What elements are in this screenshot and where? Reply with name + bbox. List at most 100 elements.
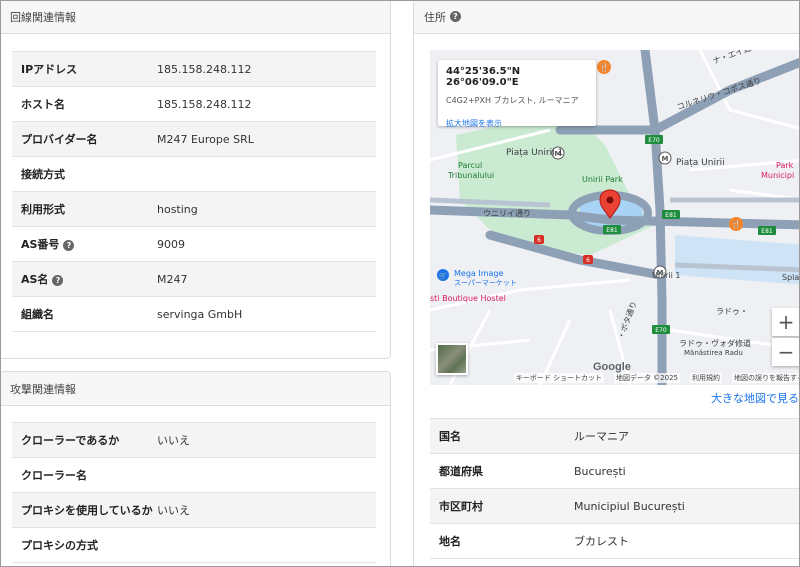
- svg-text:Park: Park: [776, 161, 794, 170]
- svg-text:Spla: Spla: [782, 273, 799, 282]
- svg-text:ウニリイ通り: ウニリイ通り: [483, 208, 531, 218]
- row-value: 185.158.248.112: [157, 51, 376, 87]
- row-label: ホスト名: [12, 86, 157, 122]
- as-number-label: AS番号: [21, 238, 60, 251]
- svg-text:6: 6: [537, 237, 541, 244]
- row-value: hosting: [157, 191, 376, 227]
- table-row: クローラーであるか いいえ: [12, 422, 376, 458]
- road-shield-6: 6: [534, 235, 544, 244]
- line-info-card: 回線関連情報 IPアドレス 185.158.248.112 ホスト名 185.1…: [0, 0, 391, 359]
- row-value: București: [574, 453, 800, 489]
- svg-text:🍴: 🍴: [731, 219, 741, 229]
- road-shield-e70: E70: [645, 135, 663, 144]
- map-info-window: 44°25'36.5"N 26°06'09.0"E C4G2+PXH ブカレスト…: [438, 60, 596, 129]
- row-label: IPアドレス: [12, 51, 157, 87]
- address-title: 住所: [424, 10, 446, 24]
- table-row: 市区町村 Municipiul București: [430, 488, 800, 524]
- question-circle-icon[interactable]: ?: [52, 275, 64, 286]
- row-value: servinga GmbH: [157, 296, 376, 332]
- row-value: Municipiul București: [574, 488, 800, 524]
- row-label: 組織名: [12, 296, 157, 332]
- row-value: ブカレスト: [574, 523, 800, 559]
- svg-text:ラドゥ・ヴォダ修道: ラドゥ・ヴォダ修道: [679, 338, 751, 348]
- row-value: 9009: [157, 226, 376, 262]
- row-label: プロキシの方式: [12, 527, 157, 563]
- metro-icon[interactable]: M: [658, 151, 672, 165]
- svg-text:Unirii Park: Unirii Park: [582, 175, 623, 184]
- svg-text:E70: E70: [655, 327, 667, 334]
- table-row: 国名 ルーマニア: [430, 418, 800, 454]
- row-label: クローラー名: [12, 457, 157, 493]
- keyboard-shortcuts-link[interactable]: キーボード ショートカット: [513, 373, 604, 383]
- attack-info-title: 攻撃関連情報: [10, 382, 76, 396]
- zoom-in-button[interactable]: +: [772, 308, 800, 336]
- svg-text:🍴: 🍴: [599, 62, 609, 72]
- as-name-label: AS名: [21, 273, 49, 286]
- row-label: 国名: [430, 418, 574, 454]
- map-plus-code: C4G2+PXH ブカレスト, ルーマニア: [446, 96, 579, 105]
- view-larger-map-link[interactable]: 大きな地図で見る: [711, 390, 799, 406]
- row-value: いいえ: [157, 422, 376, 458]
- table-row: 都道府県 București: [430, 453, 800, 489]
- table-row: プロキシの方式: [12, 527, 376, 563]
- row-label: 接続方式: [12, 156, 157, 192]
- row-value: [157, 457, 376, 493]
- map-data-credit: 地図データ ©2025: [613, 373, 680, 383]
- road-shield-e70-2: E70: [652, 325, 670, 334]
- map-coordinates: 44°25'36.5"N 26°06'09.0"E: [446, 66, 521, 88]
- map-attribution-bar: キーボード ショートカット 地図データ ©2025 利用規約 地図の誤りを報告す…: [430, 371, 800, 385]
- row-label: AS名?: [12, 261, 157, 297]
- question-circle-icon[interactable]: ?: [63, 240, 75, 251]
- svg-text:ラドゥ・: ラドゥ・: [716, 307, 748, 316]
- restaurant-icon[interactable]: 🍴: [729, 217, 743, 231]
- row-value: 185.158.248.112: [157, 86, 376, 122]
- table-row: 組織名 servinga GmbH: [12, 296, 376, 332]
- table-row: クローラー名: [12, 457, 376, 493]
- row-label: クローラーであるか: [12, 422, 157, 458]
- zoom-out-button[interactable]: −: [772, 338, 800, 366]
- row-label: 都道府県: [430, 453, 574, 489]
- table-row: 地名 ブカレスト: [430, 523, 800, 559]
- row-value: [157, 156, 376, 192]
- row-value: M247: [157, 261, 376, 297]
- svg-text:Piața Unirii: Piața Unirii: [676, 158, 725, 168]
- address-header: 住所?: [414, 0, 800, 34]
- svg-text:E81: E81: [761, 228, 773, 235]
- svg-text:Municipi: Municipi: [761, 171, 794, 180]
- question-circle-icon[interactable]: ?: [450, 11, 461, 22]
- row-label: 地名: [430, 523, 574, 559]
- table-row: IPアドレス 185.158.248.112: [12, 51, 376, 87]
- row-value: [157, 527, 376, 563]
- embedded-map[interactable]: E70 E81 E81 E81 E70 6 6 M M M 🍴 🍴 🛒 Piaț…: [430, 50, 800, 385]
- svg-text:🛒: 🛒: [439, 271, 448, 280]
- svg-text:Unirii 1: Unirii 1: [652, 271, 681, 280]
- address-table: 国名 ルーマニア 都道府県 București 市区町村 Municipiul …: [430, 418, 800, 559]
- svg-text:・ボタ通り: ・ボタ通り: [615, 300, 638, 341]
- address-card: 住所? E70 E81 E81 E81 E70 6 6 M M M 🍴 🍴 🛒 …: [413, 0, 800, 567]
- svg-text:E81: E81: [606, 227, 618, 234]
- line-info-table: IPアドレス 185.158.248.112 ホスト名 185.158.248.…: [12, 51, 376, 332]
- svg-text:Piața Unirii 1: Piața Unirii 1: [506, 148, 563, 158]
- svg-text:コルネリウ・コポス通り: コルネリウ・コポス通り: [676, 75, 763, 112]
- row-label: プロバイダー名: [12, 121, 157, 157]
- row-value: ルーマニア: [574, 418, 800, 454]
- svg-text:E81: E81: [665, 212, 677, 219]
- line-info-title: 回線関連情報: [10, 10, 76, 24]
- row-label: プロキシを使用しているか: [12, 492, 157, 528]
- table-row: AS番号? 9009: [12, 226, 376, 262]
- report-error-link[interactable]: 地図の誤りを報告する: [732, 373, 800, 383]
- restaurant-icon[interactable]: 🍴: [597, 60, 611, 74]
- enlarge-map-link[interactable]: 拡大地図を表示: [446, 118, 588, 129]
- svg-text:Tribunalului: Tribunalului: [447, 171, 494, 180]
- svg-text:スーパーマーケット: スーパーマーケット: [454, 279, 517, 287]
- row-label: 市区町村: [430, 488, 574, 524]
- table-row: ホスト名 185.158.248.112: [12, 86, 376, 122]
- attack-info-card: 攻撃関連情報 クローラーであるか いいえ クローラー名 プロキシを使用しているか…: [0, 371, 391, 567]
- road-shield-e81: E81: [603, 225, 621, 234]
- shopping-cart-icon[interactable]: 🛒: [437, 269, 449, 281]
- terms-link[interactable]: 利用規約: [690, 373, 722, 383]
- table-row: 接続方式: [12, 156, 376, 192]
- line-info-header: 回線関連情報: [0, 0, 390, 34]
- road-shield-6-2: 6: [583, 255, 593, 264]
- svg-text:E70: E70: [648, 137, 660, 144]
